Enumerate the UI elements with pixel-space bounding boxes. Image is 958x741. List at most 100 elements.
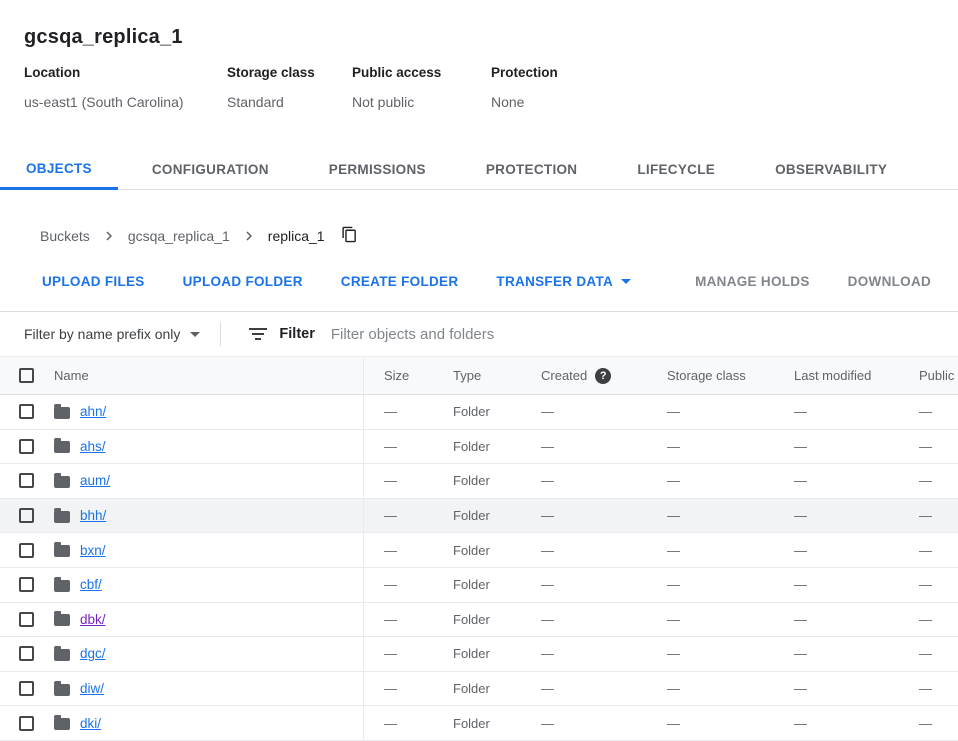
transfer-data-button[interactable]: TRANSFER DATA: [484, 266, 643, 296]
cell-public-access: —: [899, 404, 958, 419]
cell-type: Folder: [433, 439, 521, 454]
folder-icon: [54, 649, 70, 661]
column-header-last-modified: Last modified: [774, 368, 899, 383]
cell-public-access: —: [899, 577, 958, 592]
breadcrumb-item-bucket[interactable]: gcsqa_replica_1: [128, 228, 230, 244]
cell-size: —: [364, 646, 433, 661]
cell-storage-class: —: [647, 404, 774, 419]
meta-location: Location us-east1 (South Carolina): [24, 63, 227, 112]
folder-link[interactable]: cbf/: [80, 577, 102, 592]
objects-table: Name Size Type Created ? Storage class L…: [0, 356, 958, 741]
row-checkbox[interactable]: [19, 716, 34, 731]
meta-value: None: [491, 92, 558, 112]
cell-created: —: [521, 473, 647, 488]
column-header-storage-class: Storage class: [647, 368, 774, 383]
table-row: diw/ — Folder — — — —: [0, 672, 958, 707]
tab-objects[interactable]: OBJECTS: [0, 150, 118, 190]
table-row: ahn/ — Folder — — — —: [0, 395, 958, 430]
cell-created: —: [521, 612, 647, 627]
row-checkbox[interactable]: [19, 508, 34, 523]
folder-icon: [54, 511, 70, 523]
chevron-right-icon: [240, 227, 258, 245]
folder-link[interactable]: ahs/: [80, 439, 106, 454]
tab-protection[interactable]: PROTECTION: [460, 150, 604, 190]
cell-public-access: —: [899, 646, 958, 661]
row-checkbox[interactable]: [19, 577, 34, 592]
cell-public-access: —: [899, 612, 958, 627]
breadcrumb-item-buckets[interactable]: Buckets: [40, 228, 90, 244]
cell-size: —: [364, 473, 433, 488]
tab-bar: OBJECTS CONFIGURATION PERMISSIONS PROTEC…: [0, 150, 958, 190]
breadcrumb: Buckets gcsqa_replica_1 replica_1: [0, 222, 958, 250]
cell-created: —: [521, 716, 647, 731]
create-folder-button[interactable]: CREATE FOLDER: [329, 266, 471, 296]
column-header-type: Type: [433, 368, 521, 383]
folder-link[interactable]: aum/: [80, 473, 110, 488]
tab-observability[interactable]: OBSERVABILITY: [749, 150, 913, 190]
manage-holds-button[interactable]: MANAGE HOLDS: [683, 266, 822, 296]
cell-type: Folder: [433, 716, 521, 731]
filter-scope-label: Filter by name prefix only: [24, 326, 180, 342]
cell-last-modified: —: [774, 508, 899, 523]
folder-link[interactable]: ahn/: [80, 404, 106, 419]
cell-size: —: [364, 508, 433, 523]
folder-link[interactable]: bxn/: [80, 543, 106, 558]
folder-icon: [54, 684, 70, 696]
folder-icon: [54, 407, 70, 419]
meta-value: us-east1 (South Carolina): [24, 92, 227, 112]
folder-icon: [54, 580, 70, 592]
toolbar: UPLOAD FILES UPLOAD FOLDER CREATE FOLDER…: [0, 266, 958, 296]
arrow-drop-down-icon: [190, 332, 200, 337]
table-row: aum/ — Folder — — — —: [0, 464, 958, 499]
cell-storage-class: —: [647, 577, 774, 592]
filter-list-icon: [249, 328, 267, 340]
folder-link[interactable]: diw/: [80, 681, 104, 696]
folder-link[interactable]: dki/: [80, 716, 101, 731]
cell-size: —: [364, 543, 433, 558]
select-all-checkbox[interactable]: [19, 368, 34, 383]
download-button[interactable]: DOWNLOAD: [836, 266, 943, 296]
filter-objects-input[interactable]: [331, 326, 958, 343]
copy-path-button[interactable]: [339, 224, 360, 248]
row-checkbox[interactable]: [19, 543, 34, 558]
meta-label: Protection: [491, 63, 558, 83]
tab-lifecycle[interactable]: LIFECYCLE: [611, 150, 741, 190]
bucket-meta-row: Location us-east1 (South Carolina) Stora…: [24, 63, 934, 112]
cell-storage-class: —: [647, 508, 774, 523]
folder-icon: [54, 441, 70, 453]
row-checkbox[interactable]: [19, 404, 34, 419]
upload-folder-button[interactable]: UPLOAD FOLDER: [171, 266, 315, 296]
folder-link[interactable]: bhh/: [80, 508, 106, 523]
table-row: dgc/ — Folder — — — —: [0, 637, 958, 672]
cell-last-modified: —: [774, 716, 899, 731]
tab-permissions[interactable]: PERMISSIONS: [303, 150, 452, 190]
cell-size: —: [364, 716, 433, 731]
cell-storage-class: —: [647, 543, 774, 558]
folder-link[interactable]: dbk/: [80, 612, 106, 627]
help-icon[interactable]: ?: [595, 368, 611, 384]
cell-last-modified: —: [774, 404, 899, 419]
filter-scope-select[interactable]: Filter by name prefix only: [24, 326, 200, 342]
row-checkbox[interactable]: [19, 646, 34, 661]
row-checkbox[interactable]: [19, 612, 34, 627]
column-header-public-access: Public access: [899, 368, 958, 383]
cell-storage-class: —: [647, 681, 774, 696]
cell-type: Folder: [433, 404, 521, 419]
cell-last-modified: —: [774, 473, 899, 488]
folder-link[interactable]: dgc/: [80, 646, 106, 661]
cell-public-access: —: [899, 473, 958, 488]
cell-created: —: [521, 543, 647, 558]
row-checkbox[interactable]: [19, 681, 34, 696]
page-title: gcsqa_replica_1: [24, 25, 934, 49]
upload-files-button[interactable]: UPLOAD FILES: [30, 266, 157, 296]
cell-last-modified: —: [774, 439, 899, 454]
row-checkbox[interactable]: [19, 439, 34, 454]
meta-public-access: Public access Not public: [352, 63, 491, 112]
meta-label: Public access: [352, 63, 491, 83]
cell-last-modified: —: [774, 646, 899, 661]
row-checkbox[interactable]: [19, 473, 34, 488]
cell-storage-class: —: [647, 473, 774, 488]
created-header-label: Created: [541, 368, 587, 383]
cell-last-modified: —: [774, 612, 899, 627]
tab-configuration[interactable]: CONFIGURATION: [126, 150, 295, 190]
